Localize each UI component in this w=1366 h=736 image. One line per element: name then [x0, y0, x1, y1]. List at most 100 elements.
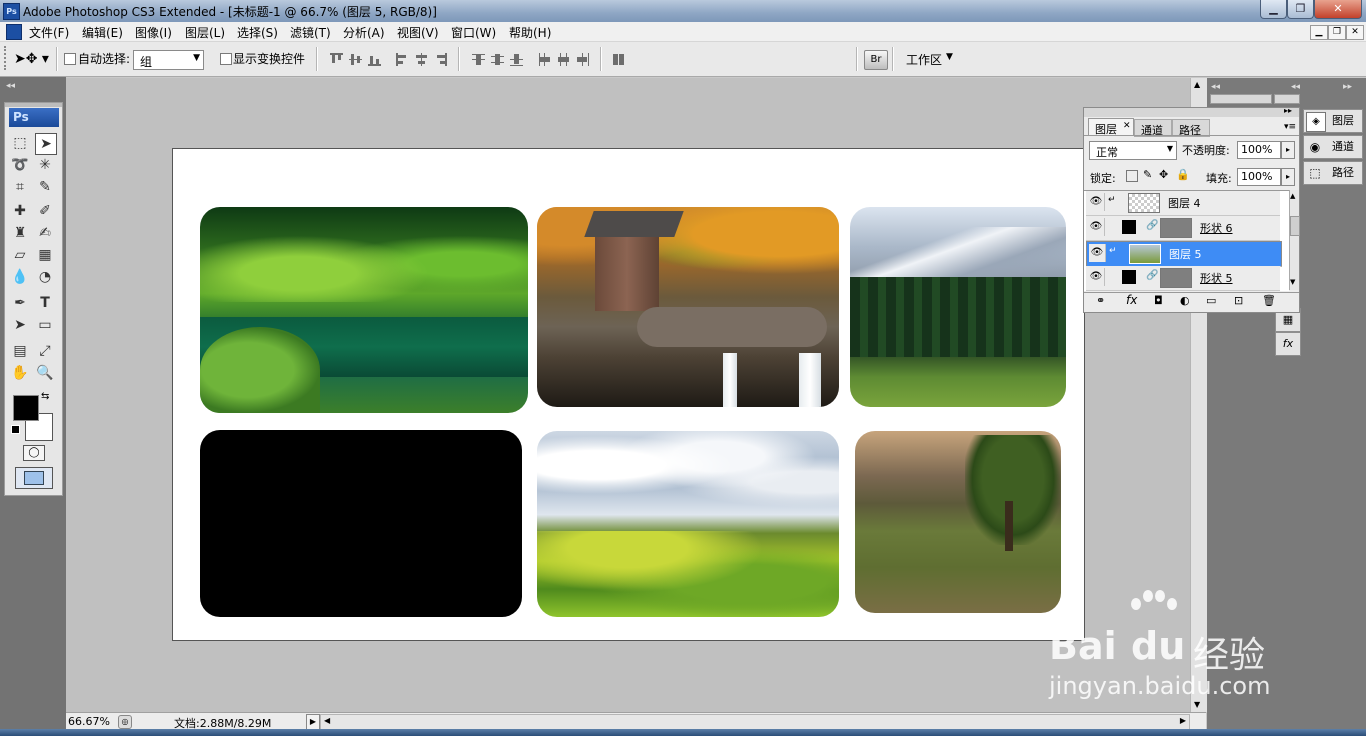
scroll-thumb[interactable]	[1290, 216, 1300, 236]
collapse-arrows-icon[interactable]: ▸▸	[1284, 106, 1292, 115]
panel-menu-icon[interactable]: ▾≡	[1284, 122, 1296, 132]
doc-close-button[interactable]: ✕	[1346, 25, 1364, 40]
panel-group-tab[interactable]	[1210, 94, 1272, 104]
dodge-tool-icon[interactable]: ◔	[35, 267, 55, 287]
default-colors-icon[interactable]	[11, 425, 20, 434]
menu-analysis[interactable]: 分析(A)	[343, 24, 385, 41]
document-canvas[interactable]	[172, 148, 1085, 641]
align-left-icon[interactable]	[396, 53, 409, 66]
status-menu-arrow-icon[interactable]: ▶	[306, 714, 320, 730]
menu-window[interactable]: 窗口(W)	[451, 24, 496, 41]
scroll-right-icon[interactable]: ▶	[1180, 716, 1186, 725]
ps-logo[interactable]: Ps	[9, 108, 59, 127]
move-tool-preset-icon[interactable]: ➤✥ ▾	[14, 50, 52, 68]
tab-layers[interactable]: 图层 ✕	[1088, 118, 1134, 136]
swap-colors-icon[interactable]: ⇆	[41, 391, 49, 402]
lasso-tool-icon[interactable]: ➰	[10, 155, 30, 175]
add-mask-icon[interactable]: ◘	[1154, 294, 1163, 307]
layer-name[interactable]: 形状 6	[1200, 220, 1233, 236]
align-top-icon[interactable]	[330, 53, 343, 66]
photo-lake[interactable]	[200, 207, 528, 413]
opacity-input[interactable]: 100%	[1237, 141, 1281, 159]
toolbox-grip[interactable]	[5, 103, 62, 107]
menu-select[interactable]: 选择(S)	[237, 24, 278, 41]
show-transform-checkbox[interactable]	[220, 53, 232, 65]
dock-channels-button[interactable]: ◉ 通道	[1303, 135, 1363, 159]
pen-tool-icon[interactable]: ✒	[10, 293, 30, 313]
menu-view[interactable]: 视图(V)	[397, 24, 439, 41]
scroll-down-icon[interactable]: ▼	[1194, 700, 1200, 709]
eye-icon[interactable]: 👁	[1089, 244, 1106, 262]
move-tool-icon[interactable]: ➤	[35, 133, 57, 155]
dock-layers-button[interactable]: ◈ 图层	[1303, 109, 1363, 133]
layers-scrollbar[interactable]: ▲ ▼	[1289, 190, 1300, 290]
lock-all-icon[interactable]: 🔒	[1176, 168, 1190, 181]
styles-panel-icon[interactable]: fx	[1275, 332, 1301, 356]
scroll-down-icon[interactable]: ▼	[1290, 278, 1295, 286]
layer-name[interactable]: 形状 5	[1200, 270, 1233, 286]
foreground-color-swatch[interactable]	[13, 395, 39, 421]
notes-tool-icon[interactable]: ▤	[10, 341, 30, 361]
distribute-bottom-icon[interactable]	[510, 53, 523, 66]
scroll-up-icon[interactable]: ▲	[1194, 80, 1200, 89]
doc-restore-button[interactable]: ❐	[1328, 25, 1346, 40]
screen-mode-icon[interactable]	[15, 467, 53, 489]
bridge-icon[interactable]: Br	[864, 50, 888, 70]
dock-paths-button[interactable]: ⬚ 路径	[1303, 161, 1363, 185]
minimize-button[interactable]: ▁	[1260, 0, 1287, 19]
brush-tool-icon[interactable]: ✐	[35, 201, 55, 221]
menu-edit[interactable]: 编辑(E)	[82, 24, 123, 41]
scroll-up-icon[interactable]: ▲	[1290, 192, 1295, 200]
menu-filter[interactable]: 滤镜(T)	[290, 24, 331, 41]
panel-group-tab[interactable]	[1274, 94, 1300, 104]
magic-wand-tool-icon[interactable]: ✳	[35, 155, 55, 175]
menu-file[interactable]: 文件(F)	[29, 24, 69, 41]
menu-image[interactable]: 图像(I)	[135, 24, 172, 41]
history-brush-tool-icon[interactable]: ✍	[35, 223, 55, 243]
zoom-level[interactable]: 66.67%	[68, 715, 110, 728]
maximize-button[interactable]: ❐	[1287, 0, 1314, 19]
layer-style-icon[interactable]: fx	[1126, 293, 1137, 307]
workspace-button[interactable]: 工作区 ▼	[900, 49, 960, 69]
fill-slider-arrow-icon[interactable]: ▸	[1281, 168, 1295, 186]
slice-tool-icon[interactable]: ✎	[35, 177, 55, 197]
zoom-tool-icon[interactable]: 🔍	[35, 363, 55, 383]
new-group-icon[interactable]: ▭	[1206, 294, 1216, 307]
photo-tree-hill[interactable]	[855, 431, 1061, 613]
close-icon[interactable]: ✕	[1123, 121, 1131, 131]
distribute-top-icon[interactable]	[472, 53, 485, 66]
distribute-hcenter-icon[interactable]	[557, 53, 570, 66]
eye-icon[interactable]: 👁	[1088, 218, 1105, 236]
eraser-tool-icon[interactable]: ▱	[10, 245, 30, 265]
photo-hills[interactable]	[537, 431, 839, 617]
layer-name[interactable]: 图层 4	[1168, 195, 1201, 211]
align-bottom-icon[interactable]	[368, 53, 381, 66]
photo-mountains[interactable]	[850, 207, 1066, 407]
layer-row[interactable]: 👁 🔗 形状 5	[1086, 266, 1280, 291]
delete-layer-icon[interactable]: 🗑	[1262, 294, 1276, 307]
adjustment-layer-icon[interactable]: ◐	[1180, 294, 1190, 307]
hand-tool-icon[interactable]: ✋	[10, 363, 30, 383]
distribute-left-icon[interactable]	[538, 53, 551, 66]
lock-pixels-icon[interactable]: ✎	[1143, 168, 1152, 181]
close-button[interactable]: ✕	[1314, 0, 1362, 19]
expand-arrows-icon[interactable]: ▸▸	[1343, 82, 1352, 92]
distribute-right-icon[interactable]	[576, 53, 589, 66]
quick-mask-icon[interactable]: ◯	[23, 445, 45, 461]
layer-row[interactable]: 👁 ↵ 图层 4	[1086, 191, 1280, 216]
opacity-slider-arrow-icon[interactable]: ▸	[1281, 141, 1295, 159]
clone-stamp-tool-icon[interactable]: ♜	[10, 223, 30, 243]
shape-tool-icon[interactable]: ▭	[35, 315, 55, 335]
eye-icon[interactable]: 👁	[1088, 268, 1105, 286]
blend-mode-dropdown[interactable]: 正常 ▼	[1089, 141, 1177, 160]
horizontal-scrollbar[interactable]: ◀ ▶	[320, 714, 1190, 730]
lock-position-icon[interactable]: ✥	[1159, 168, 1168, 181]
black-shape[interactable]	[200, 430, 522, 617]
menu-layer[interactable]: 图层(L)	[185, 24, 225, 41]
auto-align-layers-icon[interactable]	[612, 53, 625, 66]
eyedropper-tool-icon[interactable]: ⤢	[35, 341, 55, 361]
collapse-arrows-icon[interactable]: ◂◂	[6, 81, 15, 91]
collapse-arrows-icon[interactable]: ◂◂	[1211, 82, 1273, 92]
link-layers-icon[interactable]: ⚭	[1096, 294, 1105, 307]
align-hcenter-icon[interactable]	[415, 53, 428, 66]
